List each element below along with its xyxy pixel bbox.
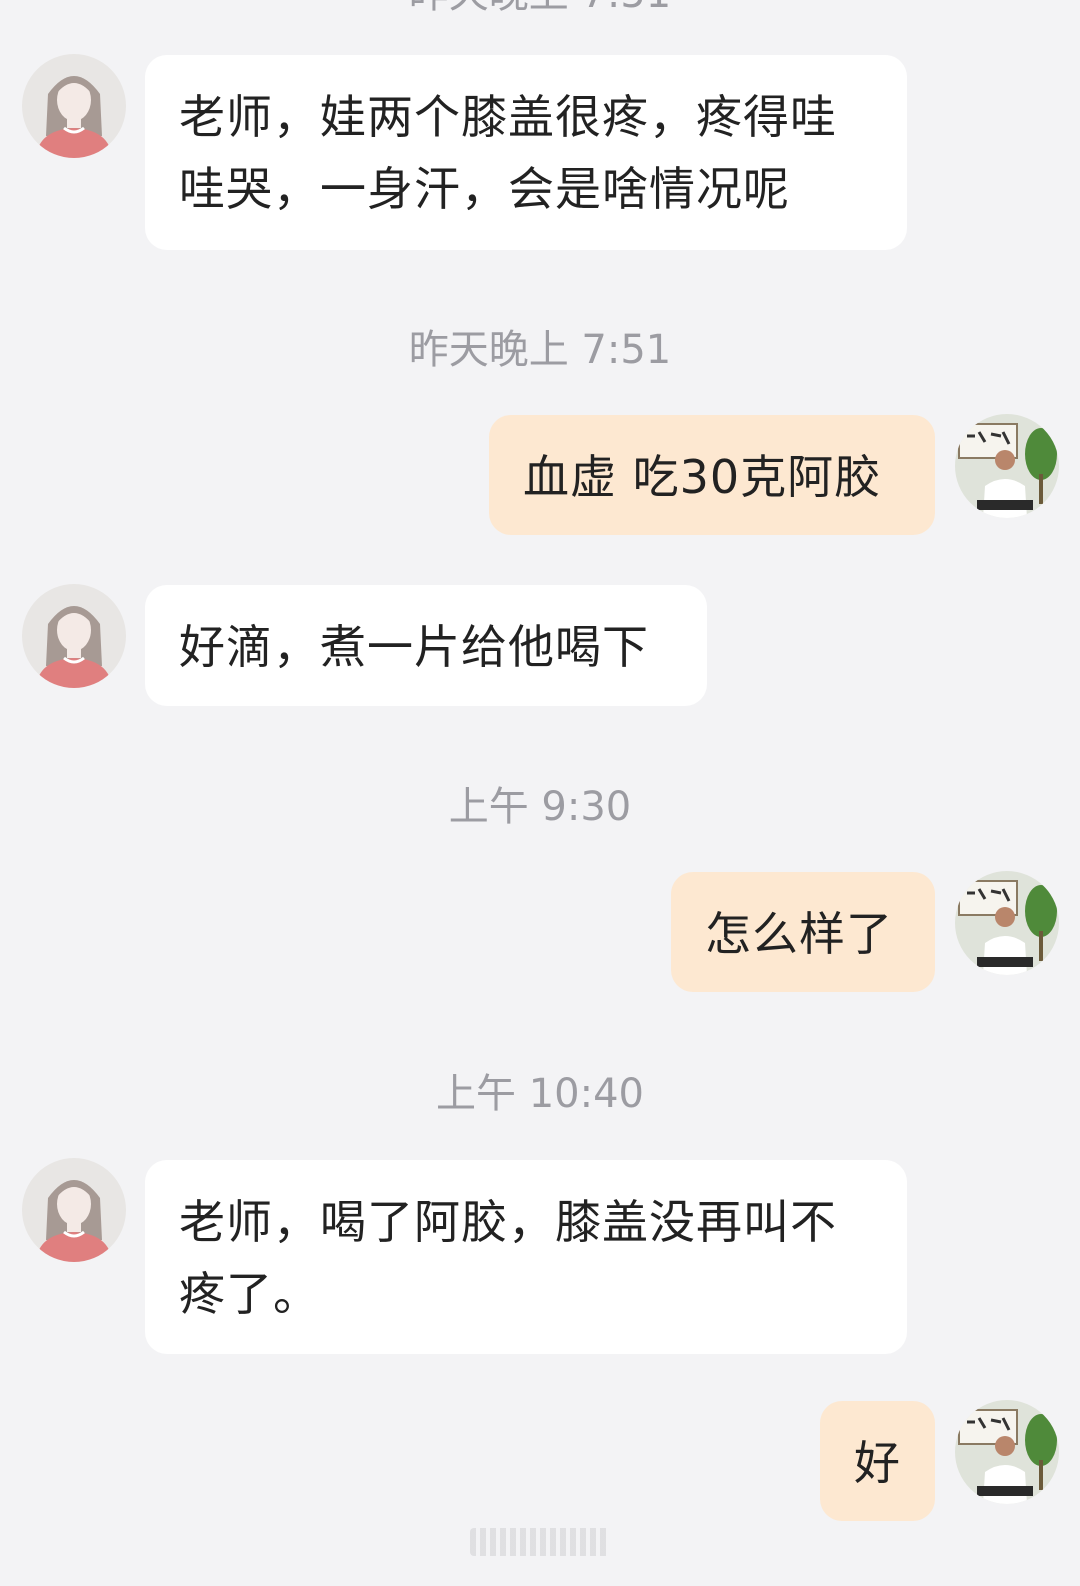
message-text: 好滴，煮一片给他喝下 <box>179 620 649 674</box>
message-bubble-incoming[interactable]: 好滴，煮一片给他喝下 <box>145 585 707 706</box>
watermark-strip <box>470 1528 610 1556</box>
patient-avatar-icon[interactable] <box>22 1158 126 1262</box>
doctor-avatar-icon[interactable] <box>955 871 1059 975</box>
timestamp-top-partial: 昨天晚上 7:51 <box>0 0 1080 18</box>
message-text-line: 哇哭，一身汗，会是啥情况呢 <box>179 162 790 216</box>
patient-avatar-icon[interactable] <box>22 584 126 688</box>
message-bubble-outgoing[interactable]: 血虚 吃30克阿胶 <box>489 415 935 535</box>
doctor-avatar-icon[interactable] <box>955 1400 1059 1504</box>
message-bubble-incoming[interactable]: 老师，娃两个膝盖很疼，疼得哇 哇哭，一身汗，会是啥情况呢 <box>145 55 907 250</box>
message-bubble-outgoing[interactable]: 好 <box>820 1401 935 1521</box>
message-text: 怎么样了 <box>705 907 893 961</box>
timestamp: 上午 9:30 <box>448 784 632 830</box>
message-text-line: 老师，娃两个膝盖很疼，疼得哇 <box>179 90 837 144</box>
patient-avatar-icon[interactable] <box>22 54 126 158</box>
message-text-line: 疼了。 <box>179 1267 320 1321</box>
doctor-avatar-icon[interactable] <box>955 414 1059 518</box>
message-text: 血虚 吃30克阿胶 <box>523 450 882 504</box>
timestamp: 上午 10:40 <box>436 1071 644 1117</box>
message-text-line: 老师，喝了阿胶，膝盖没再叫不 <box>179 1195 837 1249</box>
message-bubble-incoming[interactable]: 老师，喝了阿胶，膝盖没再叫不 疼了。 <box>145 1160 907 1354</box>
message-text: 好 <box>854 1436 901 1490</box>
message-bubble-outgoing[interactable]: 怎么样了 <box>671 872 935 992</box>
timestamp: 昨天晚上 7:51 <box>408 327 672 373</box>
